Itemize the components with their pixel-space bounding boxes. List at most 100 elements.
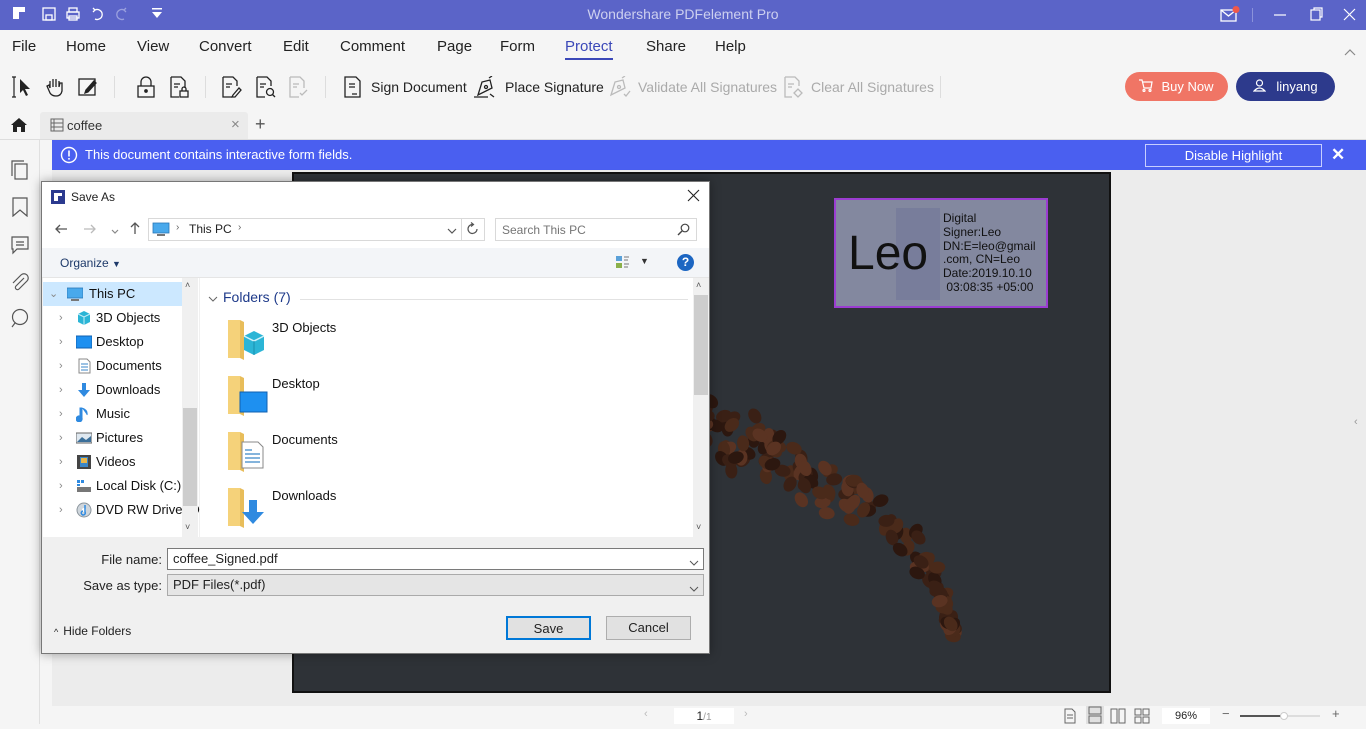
minimize-button[interactable] <box>1270 6 1290 24</box>
search-icon[interactable] <box>677 223 690 236</box>
hide-folders-button[interactable]: ^ Hide Folders <box>54 624 131 638</box>
file-name-input[interactable]: coffee_Signed.pdf <box>167 548 704 570</box>
two-page-view-icon[interactable] <box>1110 708 1126 724</box>
chevron-right-icon[interactable]: › <box>59 402 63 426</box>
content-scrollbar[interactable]: ˄ ˅ <box>693 278 709 537</box>
edit-tool-icon[interactable] <box>77 76 99 98</box>
nav-item[interactable]: › Videos <box>43 450 183 474</box>
select-tool-icon[interactable] <box>12 76 34 98</box>
home-icon[interactable] <box>9 115 29 135</box>
nav-item[interactable]: › DVD RW Drive (D <box>43 498 200 522</box>
page-number-field[interactable]: 1/1 <box>674 708 734 724</box>
close-dialog-button[interactable] <box>686 188 702 204</box>
chevron-right-icon[interactable]: › <box>59 474 63 498</box>
folder-item[interactable]: Downloads <box>228 486 468 542</box>
content-scroll-thumb[interactable] <box>694 295 708 395</box>
chevron-right-icon[interactable]: › <box>59 498 63 522</box>
back-button[interactable] <box>54 222 68 236</box>
help-icon[interactable]: ? <box>677 254 694 271</box>
nav-item[interactable]: › Desktop <box>43 330 183 354</box>
chevron-right-icon[interactable]: › <box>59 330 63 354</box>
up-button[interactable] <box>128 221 142 235</box>
nav-item[interactable]: › 3D Objects <box>43 306 183 330</box>
comments-icon[interactable] <box>10 235 30 255</box>
password-lock-icon[interactable] <box>135 76 157 98</box>
zoom-level-field[interactable]: 96% <box>1162 708 1210 724</box>
folder-item[interactable]: Desktop <box>228 374 468 430</box>
menu-share[interactable]: Share <box>646 38 686 55</box>
chevron-right-icon[interactable]: › <box>59 354 63 378</box>
menu-protect[interactable]: Protect <box>565 38 613 60</box>
menu-page[interactable]: Page <box>437 38 472 55</box>
search-panel-icon[interactable] <box>10 308 30 328</box>
nav-item[interactable]: › Documents <box>43 354 183 378</box>
close-window-button[interactable] <box>1340 6 1360 24</box>
signature-field[interactable]: Leo Digital Signer:Leo DN:E=leo@gmail .c… <box>834 198 1048 308</box>
file-name-dropdown-icon[interactable] <box>689 554 699 566</box>
menu-edit[interactable]: Edit <box>283 38 309 55</box>
prev-page-button[interactable]: ‹ <box>644 708 648 720</box>
grid-view-icon[interactable] <box>1134 708 1150 724</box>
zoom-in-button[interactable]: + <box>1332 706 1340 721</box>
folder-item[interactable]: 3D Objects <box>228 318 468 374</box>
zoom-out-button[interactable]: − <box>1222 706 1230 721</box>
sign-edit-icon[interactable] <box>220 76 242 98</box>
close-banner-button[interactable]: ✕ <box>1331 145 1345 165</box>
hand-tool-icon[interactable] <box>45 76 67 98</box>
maximize-button[interactable] <box>1306 6 1326 24</box>
view-options-dropdown[interactable]: ▼ <box>640 256 649 266</box>
breadcrumb-this-pc[interactable]: This PC <box>189 222 232 236</box>
nav-item[interactable]: ⌄ This PC <box>43 282 183 306</box>
chevron-right-icon[interactable]: › <box>59 306 63 330</box>
recent-locations-icon[interactable] <box>110 223 120 234</box>
menu-help[interactable]: Help <box>715 38 746 55</box>
navigation-scrollbar[interactable]: ˄ ˅ <box>182 278 198 537</box>
close-tab-button[interactable]: × <box>231 116 240 133</box>
chevron-down-icon[interactable]: ⌄ <box>49 282 58 306</box>
folders-group-header[interactable]: Folders (7) <box>223 289 291 305</box>
menu-form[interactable]: Form <box>500 38 535 55</box>
collapse-ribbon-icon[interactable] <box>1343 44 1357 56</box>
save-button[interactable]: Save <box>506 616 591 640</box>
sign-document-button[interactable]: Sign Document <box>371 79 467 95</box>
search-box[interactable] <box>495 218 697 241</box>
group-collapse-icon[interactable] <box>208 291 218 302</box>
search-input[interactable] <box>502 221 672 238</box>
single-page-view-icon[interactable] <box>1062 708 1078 724</box>
menu-view[interactable]: View <box>137 38 169 55</box>
disable-highlight-button[interactable]: Disable Highlight <box>1145 144 1322 167</box>
sign-search-icon[interactable] <box>254 76 276 98</box>
attachments-icon[interactable] <box>10 272 30 292</box>
permission-lock-icon[interactable] <box>168 76 190 98</box>
cancel-button[interactable]: Cancel <box>606 616 691 640</box>
organize-button[interactable]: Organize ▼ <box>60 256 121 270</box>
nav-item[interactable]: › Pictures <box>43 426 183 450</box>
place-signature-icon[interactable] <box>474 75 496 98</box>
forward-button[interactable] <box>83 222 97 236</box>
menu-comment[interactable]: Comment <box>340 38 405 55</box>
user-account-button[interactable]: linyang <box>1236 72 1335 101</box>
nav-item[interactable]: › Downloads <box>43 378 183 402</box>
place-signature-button[interactable]: Place Signature <box>505 79 604 95</box>
address-dropdown-icon[interactable] <box>447 223 457 234</box>
chevron-right-icon[interactable]: › <box>59 378 63 402</box>
menu-file[interactable]: File <box>12 38 36 55</box>
document-tab[interactable]: coffee × <box>40 112 248 139</box>
next-page-button[interactable]: › <box>744 708 748 720</box>
menu-home[interactable]: Home <box>66 38 106 55</box>
chevron-right-icon[interactable]: › <box>59 426 63 450</box>
nav-scroll-thumb[interactable] <box>183 408 197 506</box>
menu-convert[interactable]: Convert <box>199 38 252 55</box>
zoom-slider[interactable] <box>1240 712 1320 720</box>
change-view-icon[interactable] <box>615 255 631 271</box>
nav-item[interactable]: › Music <box>43 402 183 426</box>
refresh-button[interactable] <box>462 218 485 241</box>
bookmarks-icon[interactable] <box>10 197 30 218</box>
right-panel-toggle-icon[interactable]: ‹ <box>1354 416 1358 428</box>
thumbnails-icon[interactable] <box>10 160 30 180</box>
folder-item[interactable]: Documents <box>228 430 468 486</box>
zoom-slider-handle[interactable] <box>1280 712 1288 720</box>
chevron-right-icon[interactable]: › <box>59 450 63 474</box>
save-type-dropdown-icon[interactable] <box>689 580 699 592</box>
sign-document-icon[interactable] <box>342 76 364 98</box>
